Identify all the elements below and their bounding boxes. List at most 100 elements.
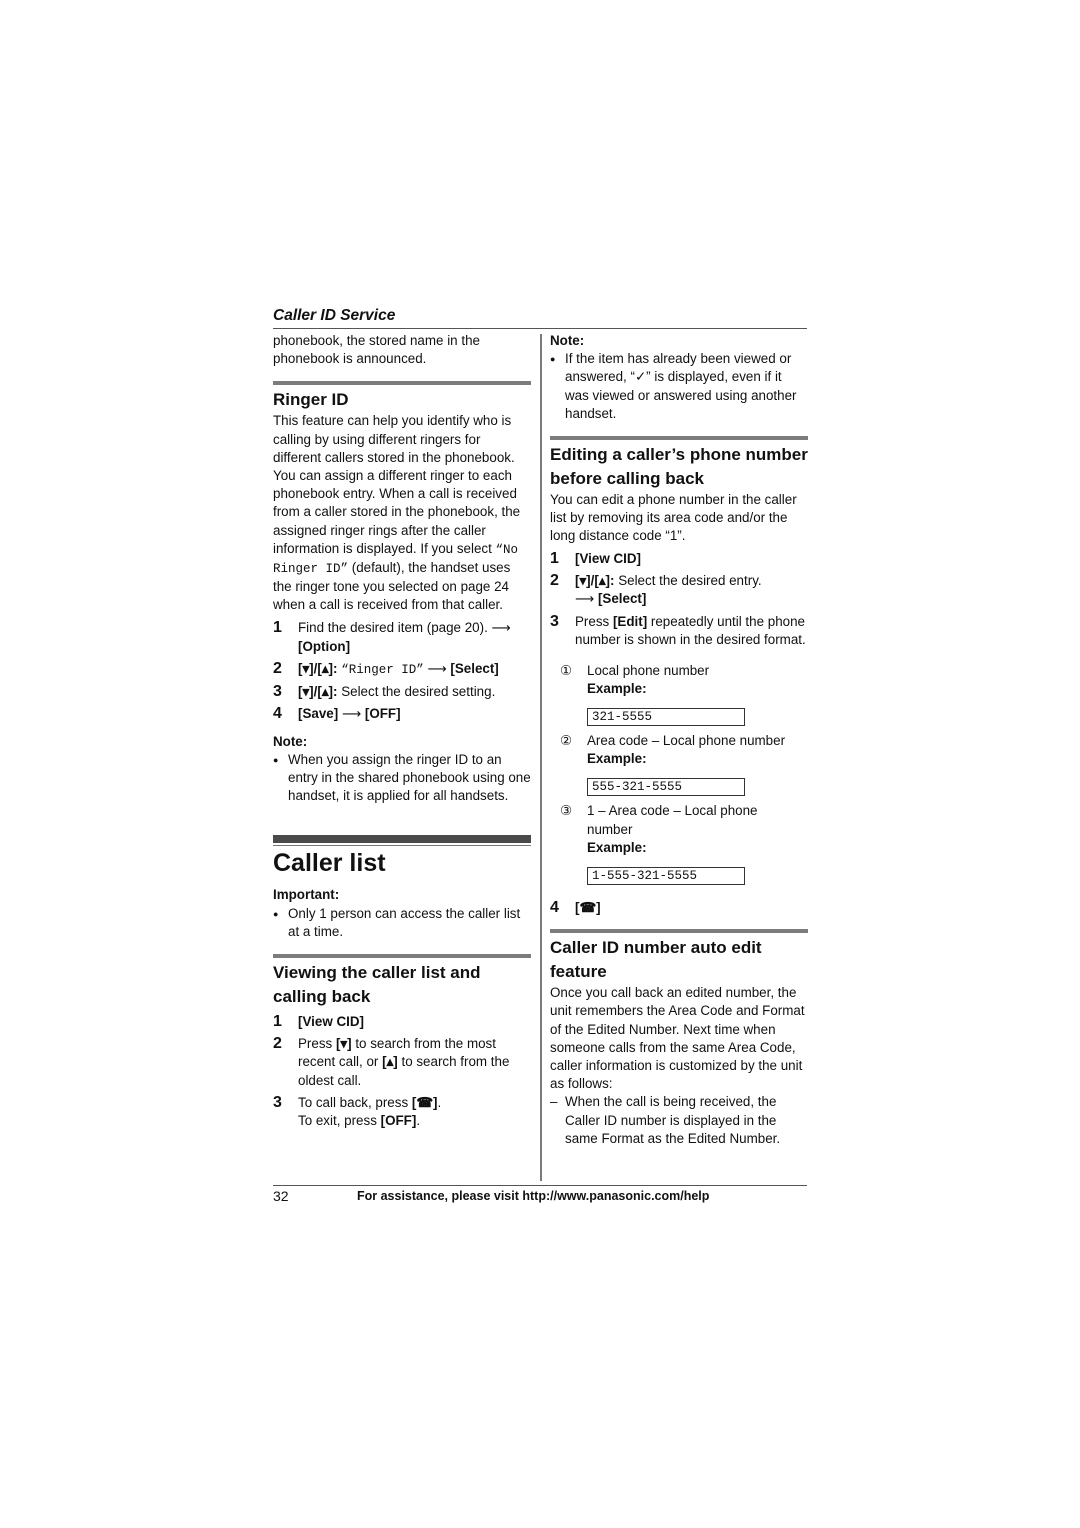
auto-edit-item: – When the call is being received, the C… xyxy=(550,1093,808,1148)
section-rule xyxy=(273,954,531,959)
note-bullet-item: ● If the item has already been viewed or… xyxy=(550,350,808,423)
step-text: Select the desired setting. xyxy=(341,684,496,700)
circled-number-2-icon: ② xyxy=(560,733,573,749)
step-text: . xyxy=(437,1094,442,1110)
step-text: To exit, press xyxy=(298,1113,381,1129)
viewing-step-2: 2 Press [▾] to search from the most rece… xyxy=(273,1035,531,1090)
step-text: Find the desired item (page 20). xyxy=(298,619,488,635)
select-key: [Select] xyxy=(597,591,647,607)
navigator-keys: [▾]/[▴]: xyxy=(298,661,338,677)
step-text: Press xyxy=(575,614,613,630)
note-label: Note: xyxy=(550,333,585,348)
example-label: Example: xyxy=(587,680,647,696)
auto-edit-body: Once you call back an edited number, the… xyxy=(550,985,805,1092)
step-number: 2 xyxy=(273,660,282,678)
note-label: Note: xyxy=(273,733,308,749)
important-label: Important: xyxy=(273,887,340,903)
up-key: [▴] xyxy=(382,1054,398,1070)
intro-continuation: phonebook, the stored name in the phoneb… xyxy=(273,333,480,367)
thin-rule xyxy=(273,845,531,847)
step-number: 1 xyxy=(550,549,559,567)
view-cid-key: [View CID] xyxy=(298,1014,364,1030)
step-number: 3 xyxy=(273,683,282,701)
format-option-2: ② Area code – Local phone number Example… xyxy=(560,732,808,802)
format-option-1: ① Local phone number Example: 321-5555 xyxy=(560,662,808,732)
off-key: [OFF] xyxy=(364,706,401,722)
example-display: 321-5555 xyxy=(587,708,745,727)
ringer-step-3: 3 [▾]/[▴]: Select the desired setting. xyxy=(273,683,531,701)
heavy-rule xyxy=(273,835,531,844)
arrow-icon: ⟶ xyxy=(575,592,595,608)
editing-body: You can edit a phone number in the calle… xyxy=(550,492,797,544)
important-text: Only 1 person can access the caller list… xyxy=(288,905,521,939)
step-number: 4 xyxy=(273,705,282,723)
select-key: [Select] xyxy=(450,661,499,677)
example-label: Example: xyxy=(587,751,647,767)
section-rule xyxy=(273,381,531,386)
arrow-icon: ⟶ xyxy=(427,662,447,678)
format-option-3: ③ 1 – Area code – Local phone number Exa… xyxy=(560,802,808,891)
page-header: Caller ID Service xyxy=(273,306,807,326)
off-key: [OFF] xyxy=(380,1113,417,1129)
viewing-step-1: 1 [View CID] xyxy=(273,1013,531,1031)
column-divider xyxy=(540,334,542,1181)
talk-key-icon: [☎] xyxy=(575,900,601,916)
step-text: . xyxy=(416,1113,421,1129)
ringer-id-heading: Ringer ID xyxy=(273,390,349,410)
left-column: phonebook, the stored name in the phoneb… xyxy=(273,332,531,1130)
editing-step-4: 4 [☎] xyxy=(550,899,808,917)
bullet-icon: ● xyxy=(273,754,279,765)
footer-rule xyxy=(273,1185,807,1186)
arrow-icon: ⟶ xyxy=(341,707,362,723)
arrow-icon: ⟶ xyxy=(491,620,511,636)
step-number: 2 xyxy=(550,571,559,589)
step-number: 1 xyxy=(273,618,282,636)
circled-number-1-icon: ① xyxy=(560,662,573,678)
example-display: 1-555-321-5555 xyxy=(587,867,745,886)
format-label: Area code – Local phone number xyxy=(587,733,786,749)
section-rule xyxy=(550,436,808,441)
viewing-heading: Viewing the caller list and calling back xyxy=(273,963,481,1007)
auto-edit-item-text: When the call is being received, the Cal… xyxy=(565,1094,781,1146)
auto-edit-heading: Caller ID number auto edit feature xyxy=(550,938,762,982)
format-label: 1 – Area code – Local phone number xyxy=(587,803,758,837)
assistance-link-text: For assistance, please visit http://www.… xyxy=(357,1189,710,1203)
section-rule xyxy=(550,929,808,934)
note-text: If the item has already been viewed or a… xyxy=(565,351,797,421)
step-number: 3 xyxy=(550,613,559,631)
running-title: Caller ID Service xyxy=(273,307,396,324)
step-text: Press xyxy=(298,1036,336,1052)
step-number: 3 xyxy=(273,1093,282,1111)
step-number: 2 xyxy=(273,1035,282,1053)
bullet-icon: ● xyxy=(273,908,279,919)
ringer-step-4: 4 [Save] ⟶ [OFF] xyxy=(273,705,531,724)
editing-step-1: 1 [View CID] xyxy=(550,550,808,568)
page-number: 32 xyxy=(273,1188,289,1204)
ringer-step-2: 2 [▾]/[▴]: “Ringer ID” ⟶ [Select] xyxy=(273,660,531,679)
important-bullet-item: ● Only 1 person can access the caller li… xyxy=(273,905,531,941)
step-number: 4 xyxy=(550,899,559,917)
dash-icon: – xyxy=(550,1094,558,1110)
editing-step-2: 2 [▾]/[▴]: Select the desired entry. ⟶ [S… xyxy=(550,572,808,609)
step-number: 1 xyxy=(273,1013,282,1031)
talk-key-icon: [☎] xyxy=(411,1094,438,1110)
example-label: Example: xyxy=(587,839,647,855)
caller-list-heading: Caller list xyxy=(273,849,386,878)
step-text: To call back, press xyxy=(298,1094,412,1110)
viewing-step-3: 3 To call back, press [☎]. To exit, press… xyxy=(273,1094,531,1130)
right-column: Note: ● If the item has already been vie… xyxy=(550,332,808,1148)
note-bullet-item: ● When you assign the ringer ID to an en… xyxy=(273,751,531,806)
edit-key: [Edit] xyxy=(612,614,648,630)
view-cid-key: [View CID] xyxy=(575,550,641,566)
step-text: Select the desired entry. xyxy=(618,572,762,588)
menu-item-text: “Ringer ID” xyxy=(341,663,424,678)
example-display: 555-321-5555 xyxy=(587,778,745,797)
save-key: [Save] xyxy=(298,706,339,722)
caller-list-rule xyxy=(273,835,531,847)
navigator-keys: [▾]/[▴]: xyxy=(575,572,615,588)
ringer-step-1: 1 Find the desired item (page 20). ⟶ [Opt… xyxy=(273,619,531,656)
format-label: Local phone number xyxy=(587,662,710,678)
editing-heading: Editing a caller’s phone number before c… xyxy=(550,445,808,489)
bullet-icon: ● xyxy=(550,354,556,365)
note-text: When you assign the ringer ID to an entr… xyxy=(288,751,531,804)
